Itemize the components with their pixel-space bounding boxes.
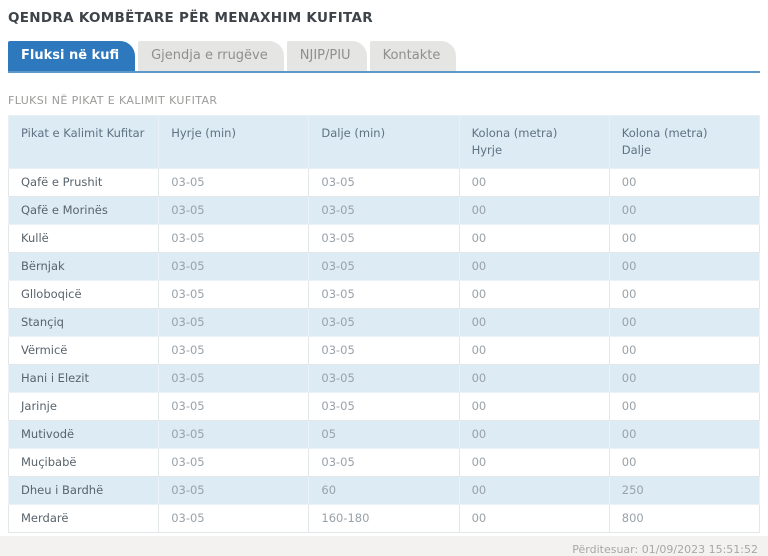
cell-kolona-hyrje: 00 [458,504,610,533]
cell-name: Kullë [7,224,160,253]
cell-name: Glloboqicë [7,280,160,309]
table-row: Bërnjak 03-05 03-05 00 00 [7,252,761,281]
cell-kolona-hyrje: 00 [458,224,610,253]
cell-kolona-hyrje: 00 [458,336,610,365]
column-header: Kolona (metra) Hyrje [458,115,610,169]
cell-name: Bërnjak [7,252,160,281]
table-row: Kullë 03-05 03-05 00 00 [7,224,761,253]
cell-kolona-hyrje: 00 [458,364,610,393]
cell-kolona-dalje: 00 [608,308,761,337]
tab-gjendja-e-rrugeve[interactable]: Gjendja e rrugëve [138,41,284,71]
column-header: Pikat e Kalimit Kufitar [7,115,160,169]
cell-dalje-min: 03-05 [308,252,460,281]
last-updated: Përditesuar: 01/09/2023 15:51:52 [572,543,758,556]
table-row: Merdarë 03-05 160-180 00 800 [7,504,761,533]
column-header: Kolona (metra) Dalje [608,115,761,169]
cell-kolona-hyrje: 00 [458,308,610,337]
tab-kontakte[interactable]: Kontakte [369,41,457,71]
tab-njip-piu[interactable]: NJIP/PIU [286,41,367,71]
cell-kolona-hyrje: 00 [458,420,610,449]
cell-kolona-hyrje: 00 [458,448,610,477]
cell-hyrje-min: 03-05 [158,504,310,533]
cell-name: Qafë e Morinës [7,196,160,225]
page: QENDRA KOMBËTARE PËR MENAXHIM KUFITAR Fl… [0,0,768,556]
page-title: QENDRA KOMBËTARE PËR MENAXHIM KUFITAR [8,10,373,26]
cell-kolona-dalje: 00 [608,336,761,365]
cell-dalje-min: 03-05 [308,392,460,421]
cell-hyrje-min: 03-05 [158,224,310,253]
cell-hyrje-min: 03-05 [158,476,310,505]
cell-kolona-dalje: 00 [608,168,761,197]
cell-kolona-dalje: 00 [608,252,761,281]
tab-fluksi-ne-kufi[interactable]: Fluksi në kufi [8,41,136,71]
cell-name: Muçibabë [7,448,160,477]
cell-kolona-hyrje: 00 [458,392,610,421]
table-row: Qafë e Prushit 03-05 03-05 00 00 [7,168,761,197]
cell-name: Mutivodë [7,420,160,449]
cell-kolona-dalje: 800 [608,504,761,533]
cell-kolona-dalje: 00 [608,392,761,421]
footer: Përditesuar: 01/09/2023 15:51:52 [0,536,768,556]
cell-dalje-min: 03-05 [308,224,460,253]
cell-dalje-min: 03-05 [308,364,460,393]
table-head: Pikat e Kalimit Kufitar Hyrje (min) Dalje … [7,115,761,169]
table-row: Stançiq 03-05 03-05 00 00 [7,308,761,337]
column-header: Hyrje (min) [158,115,310,169]
cell-name: Stançiq [7,308,160,337]
cell-name: Merdarë [7,504,160,533]
cell-kolona-hyrje: 00 [458,252,610,281]
cell-hyrje-min: 03-05 [158,252,310,281]
cell-hyrje-min: 03-05 [158,364,310,393]
cell-hyrje-min: 03-05 [158,420,310,449]
section-title: FLUKSI NË PIKAT E KALIMIT KUFITAR [8,94,218,107]
cell-dalje-min: 03-05 [308,196,460,225]
table-row: Dheu i Bardhë 03-05 60 00 250 [7,476,761,505]
cell-name: Qafë e Prushit [7,168,160,197]
cell-hyrje-min: 03-05 [158,308,310,337]
cell-kolona-hyrje: 00 [458,196,610,225]
cell-dalje-min: 03-05 [308,336,460,365]
cell-dalje-min: 03-05 [308,280,460,309]
cell-dalje-min: 03-05 [308,448,460,477]
cell-kolona-hyrje: 00 [458,168,610,197]
cell-kolona-dalje: 00 [608,224,761,253]
cell-dalje-min: 05 [308,420,460,449]
cell-dalje-min: 160-180 [308,504,460,533]
cell-dalje-min: 03-05 [308,168,460,197]
table-row: Hani i Elezit 03-05 03-05 00 00 [7,364,761,393]
cell-kolona-dalje: 250 [608,476,761,505]
cell-kolona-dalje: 00 [608,420,761,449]
tab-bar: Fluksi në kufi Gjendja e rrugëve NJIP/PIU K… [8,41,760,73]
cell-hyrje-min: 03-05 [158,196,310,225]
main-content: FLUKSI NË PIKAT E KALIMIT KUFITAR Pikat … [0,73,768,533]
cell-name: Vërmicë [7,336,160,365]
table-row: Qafë e Morinës 03-05 03-05 00 00 [7,196,761,225]
border-crossings-table: Pikat e Kalimit Kufitar Hyrje (min) Dalje … [7,115,761,533]
cell-kolona-dalje: 00 [608,196,761,225]
cell-name: Dheu i Bardhë [7,476,160,505]
table-row: Glloboqicë 03-05 03-05 00 00 [7,280,761,309]
table-row: Jarinje 03-05 03-05 00 00 [7,392,761,421]
table-row: Vërmicë 03-05 03-05 00 00 [7,336,761,365]
cell-hyrje-min: 03-05 [158,280,310,309]
cell-dalje-min: 60 [308,476,460,505]
cell-kolona-hyrje: 00 [458,280,610,309]
cell-kolona-dalje: 00 [608,448,761,477]
cell-kolona-dalje: 00 [608,364,761,393]
cell-name: Jarinje [7,392,160,421]
page-header: QENDRA KOMBËTARE PËR MENAXHIM KUFITAR Fl… [0,0,768,73]
cell-dalje-min: 03-05 [308,308,460,337]
table-row: Muçibabë 03-05 03-05 00 00 [7,448,761,477]
cell-kolona-hyrje: 00 [458,476,610,505]
table-row: Mutivodë 03-05 05 00 00 [7,420,761,449]
cell-hyrje-min: 03-05 [158,392,310,421]
cell-kolona-dalje: 00 [608,280,761,309]
cell-hyrje-min: 03-05 [158,336,310,365]
cell-hyrje-min: 03-05 [158,448,310,477]
column-header: Dalje (min) [308,115,460,169]
cell-hyrje-min: 03-05 [158,168,310,197]
table-body: Qafë e Prushit 03-05 03-05 00 00 Qafë e Morin… [7,168,761,533]
cell-name: Hani i Elezit [7,364,160,393]
